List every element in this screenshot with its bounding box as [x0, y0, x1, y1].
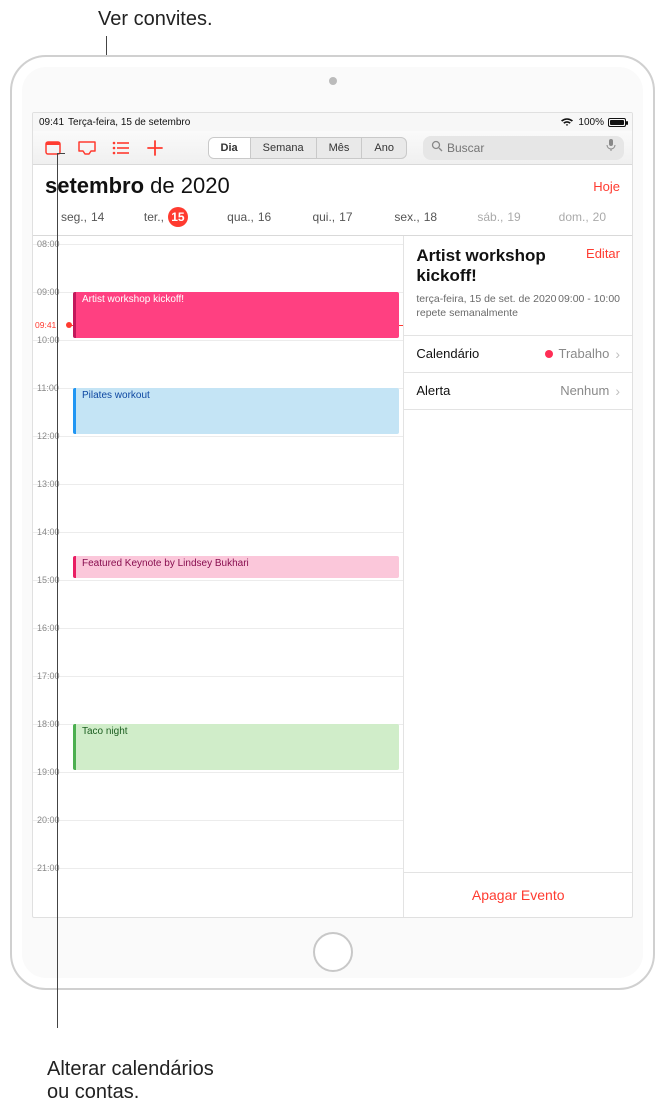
- callout-line-bottom: [57, 153, 58, 1028]
- detail-datetime: terça-feira, 15 de set. de 2020 09:00 - …: [416, 293, 620, 305]
- edit-button[interactable]: Editar: [586, 246, 620, 287]
- alert-label: Alerta: [416, 383, 450, 398]
- day-label: sex.,: [394, 210, 419, 224]
- inbox-button[interactable]: [75, 136, 99, 160]
- search-input[interactable]: [447, 141, 602, 155]
- main-split: 08:0009:0010:0011:0012:0013:0014:0015:00…: [33, 236, 632, 917]
- home-button[interactable]: [313, 932, 353, 972]
- day-label: ter.,: [144, 210, 164, 224]
- status-left: 09:41 Terça-feira, 15 de setembro: [39, 117, 190, 128]
- event-block[interactable]: Pilates workout: [73, 388, 399, 434]
- event-block[interactable]: Artist workshop kickoff!: [73, 292, 399, 338]
- calendar-label: Calendário: [416, 346, 479, 361]
- hour-line-19:00: 19:00: [33, 772, 403, 773]
- day-number: 20: [593, 210, 606, 224]
- chevron-right-icon: ›: [615, 346, 620, 362]
- event-block[interactable]: Taco night: [73, 724, 399, 770]
- day-18[interactable]: sex., 18: [374, 203, 457, 231]
- callout-top-text: Ver convites.: [98, 8, 213, 30]
- segment-semana[interactable]: Semana: [251, 138, 317, 158]
- event-block[interactable]: Featured Keynote by Lindsey Bukhari: [73, 556, 399, 578]
- search-icon: [431, 139, 443, 157]
- day-label: qua.,: [227, 210, 254, 224]
- callout-line-bottom-h: [57, 153, 65, 154]
- dictate-icon[interactable]: [606, 138, 616, 157]
- day-label: qui.,: [312, 210, 335, 224]
- detail-repeat: repete semanalmente: [416, 307, 620, 319]
- hour-line-08:00: 08:00: [33, 244, 403, 245]
- segment-mês[interactable]: Mês: [317, 138, 363, 158]
- day-16[interactable]: qua., 16: [208, 203, 291, 231]
- status-right: 100%: [560, 117, 626, 128]
- day-14[interactable]: seg., 14: [41, 203, 124, 231]
- view-segmented-control[interactable]: DiaSemanaMêsAno: [208, 137, 407, 159]
- battery-pct: 100%: [578, 117, 604, 128]
- battery-icon: [608, 118, 626, 127]
- detail-time: 09:00 - 10:00: [558, 293, 620, 305]
- day-timeline[interactable]: 08:0009:0010:0011:0012:0013:0014:0015:00…: [33, 236, 404, 917]
- detail-row-calendar[interactable]: Calendário Trabalho ›: [404, 336, 632, 373]
- day-17[interactable]: qui., 17: [291, 203, 374, 231]
- list-button[interactable]: [109, 136, 133, 160]
- today-button[interactable]: Hoje: [593, 179, 620, 194]
- day-label: sáb.,: [477, 210, 503, 224]
- event-detail-pane: Artist workshop kickoff! Editar terça-fe…: [404, 236, 632, 917]
- hour-line-10:00: 10:00: [33, 340, 403, 341]
- hour-line-15:00: 15:00: [33, 580, 403, 581]
- chevron-right-icon: ›: [615, 383, 620, 399]
- hour-line-12:00: 12:00: [33, 436, 403, 437]
- hour-line-16:00: 16:00: [33, 628, 403, 629]
- segment-dia[interactable]: Dia: [209, 138, 251, 158]
- day-number: 17: [339, 210, 352, 224]
- hour-label: 11:00: [37, 383, 59, 393]
- day-number: 14: [91, 210, 104, 224]
- detail-date: terça-feira, 15 de set. de 2020: [416, 293, 556, 305]
- day-number: 18: [424, 210, 437, 224]
- callout-bottom: Alterar calendários ou contas.: [47, 1035, 214, 1104]
- month-name: setembro: [45, 173, 144, 198]
- detail-list: Calendário Trabalho › Alerta Nenhum ›: [404, 335, 632, 410]
- status-bar: 09:41 Terça-feira, 15 de setembro 100%: [33, 113, 632, 131]
- detail-header: Artist workshop kickoff! Editar terça-fe…: [404, 236, 632, 327]
- callout-bottom-text: Alterar calendários ou contas.: [47, 1058, 214, 1103]
- wifi-icon: [560, 117, 574, 127]
- week-day-strip: seg., 14 ter., 15 qua., 16 qui., 17 sex., 18 sáb.,…: [33, 203, 632, 236]
- callout-top: Ver convites.: [98, 8, 213, 31]
- calendars-button[interactable]: [41, 136, 65, 160]
- day-label: seg.,: [61, 210, 87, 224]
- month-year: de 2020: [144, 173, 230, 198]
- month-title: setembro de 2020: [45, 173, 230, 199]
- status-date: Terça-feira, 15 de setembro: [68, 117, 190, 128]
- screen: 09:41 Terça-feira, 15 de setembro 100%: [32, 112, 633, 918]
- day-19[interactable]: sáb., 19: [457, 203, 540, 231]
- status-time: 09:41: [39, 117, 64, 128]
- detail-row-alert[interactable]: Alerta Nenhum ›: [404, 373, 632, 410]
- segment-ano[interactable]: Ano: [362, 138, 406, 158]
- hour-line-14:00: 14:00: [33, 532, 403, 533]
- month-header: setembro de 2020 Hoje: [33, 165, 632, 203]
- day-number: 15: [168, 207, 188, 227]
- delete-event-button[interactable]: Apagar Evento: [404, 872, 632, 917]
- front-camera: [329, 77, 337, 85]
- day-number: 19: [507, 210, 520, 224]
- day-number: 16: [258, 210, 271, 224]
- day-20[interactable]: dom., 20: [541, 203, 624, 231]
- hour-line-20:00: 20:00: [33, 820, 403, 821]
- toolbar: DiaSemanaMêsAno: [33, 131, 632, 165]
- calendar-value: Trabalho: [559, 346, 610, 361]
- detail-title: Artist workshop kickoff!: [416, 246, 559, 287]
- day-15[interactable]: ter., 15: [124, 203, 207, 231]
- hour-line-21:00: 21:00: [33, 868, 403, 869]
- current-time-label: 09:41: [35, 320, 56, 330]
- current-time-dot: [66, 322, 72, 328]
- ipad-frame: 09:41 Terça-feira, 15 de setembro 100%: [10, 55, 655, 990]
- add-event-button[interactable]: [143, 136, 167, 160]
- hour-line-13:00: 13:00: [33, 484, 403, 485]
- hour-line-17:00: 17:00: [33, 676, 403, 677]
- day-label: dom.,: [559, 210, 589, 224]
- alert-value: Nenhum: [560, 383, 609, 398]
- search-field[interactable]: [423, 136, 624, 160]
- calendar-color-dot: [545, 350, 553, 358]
